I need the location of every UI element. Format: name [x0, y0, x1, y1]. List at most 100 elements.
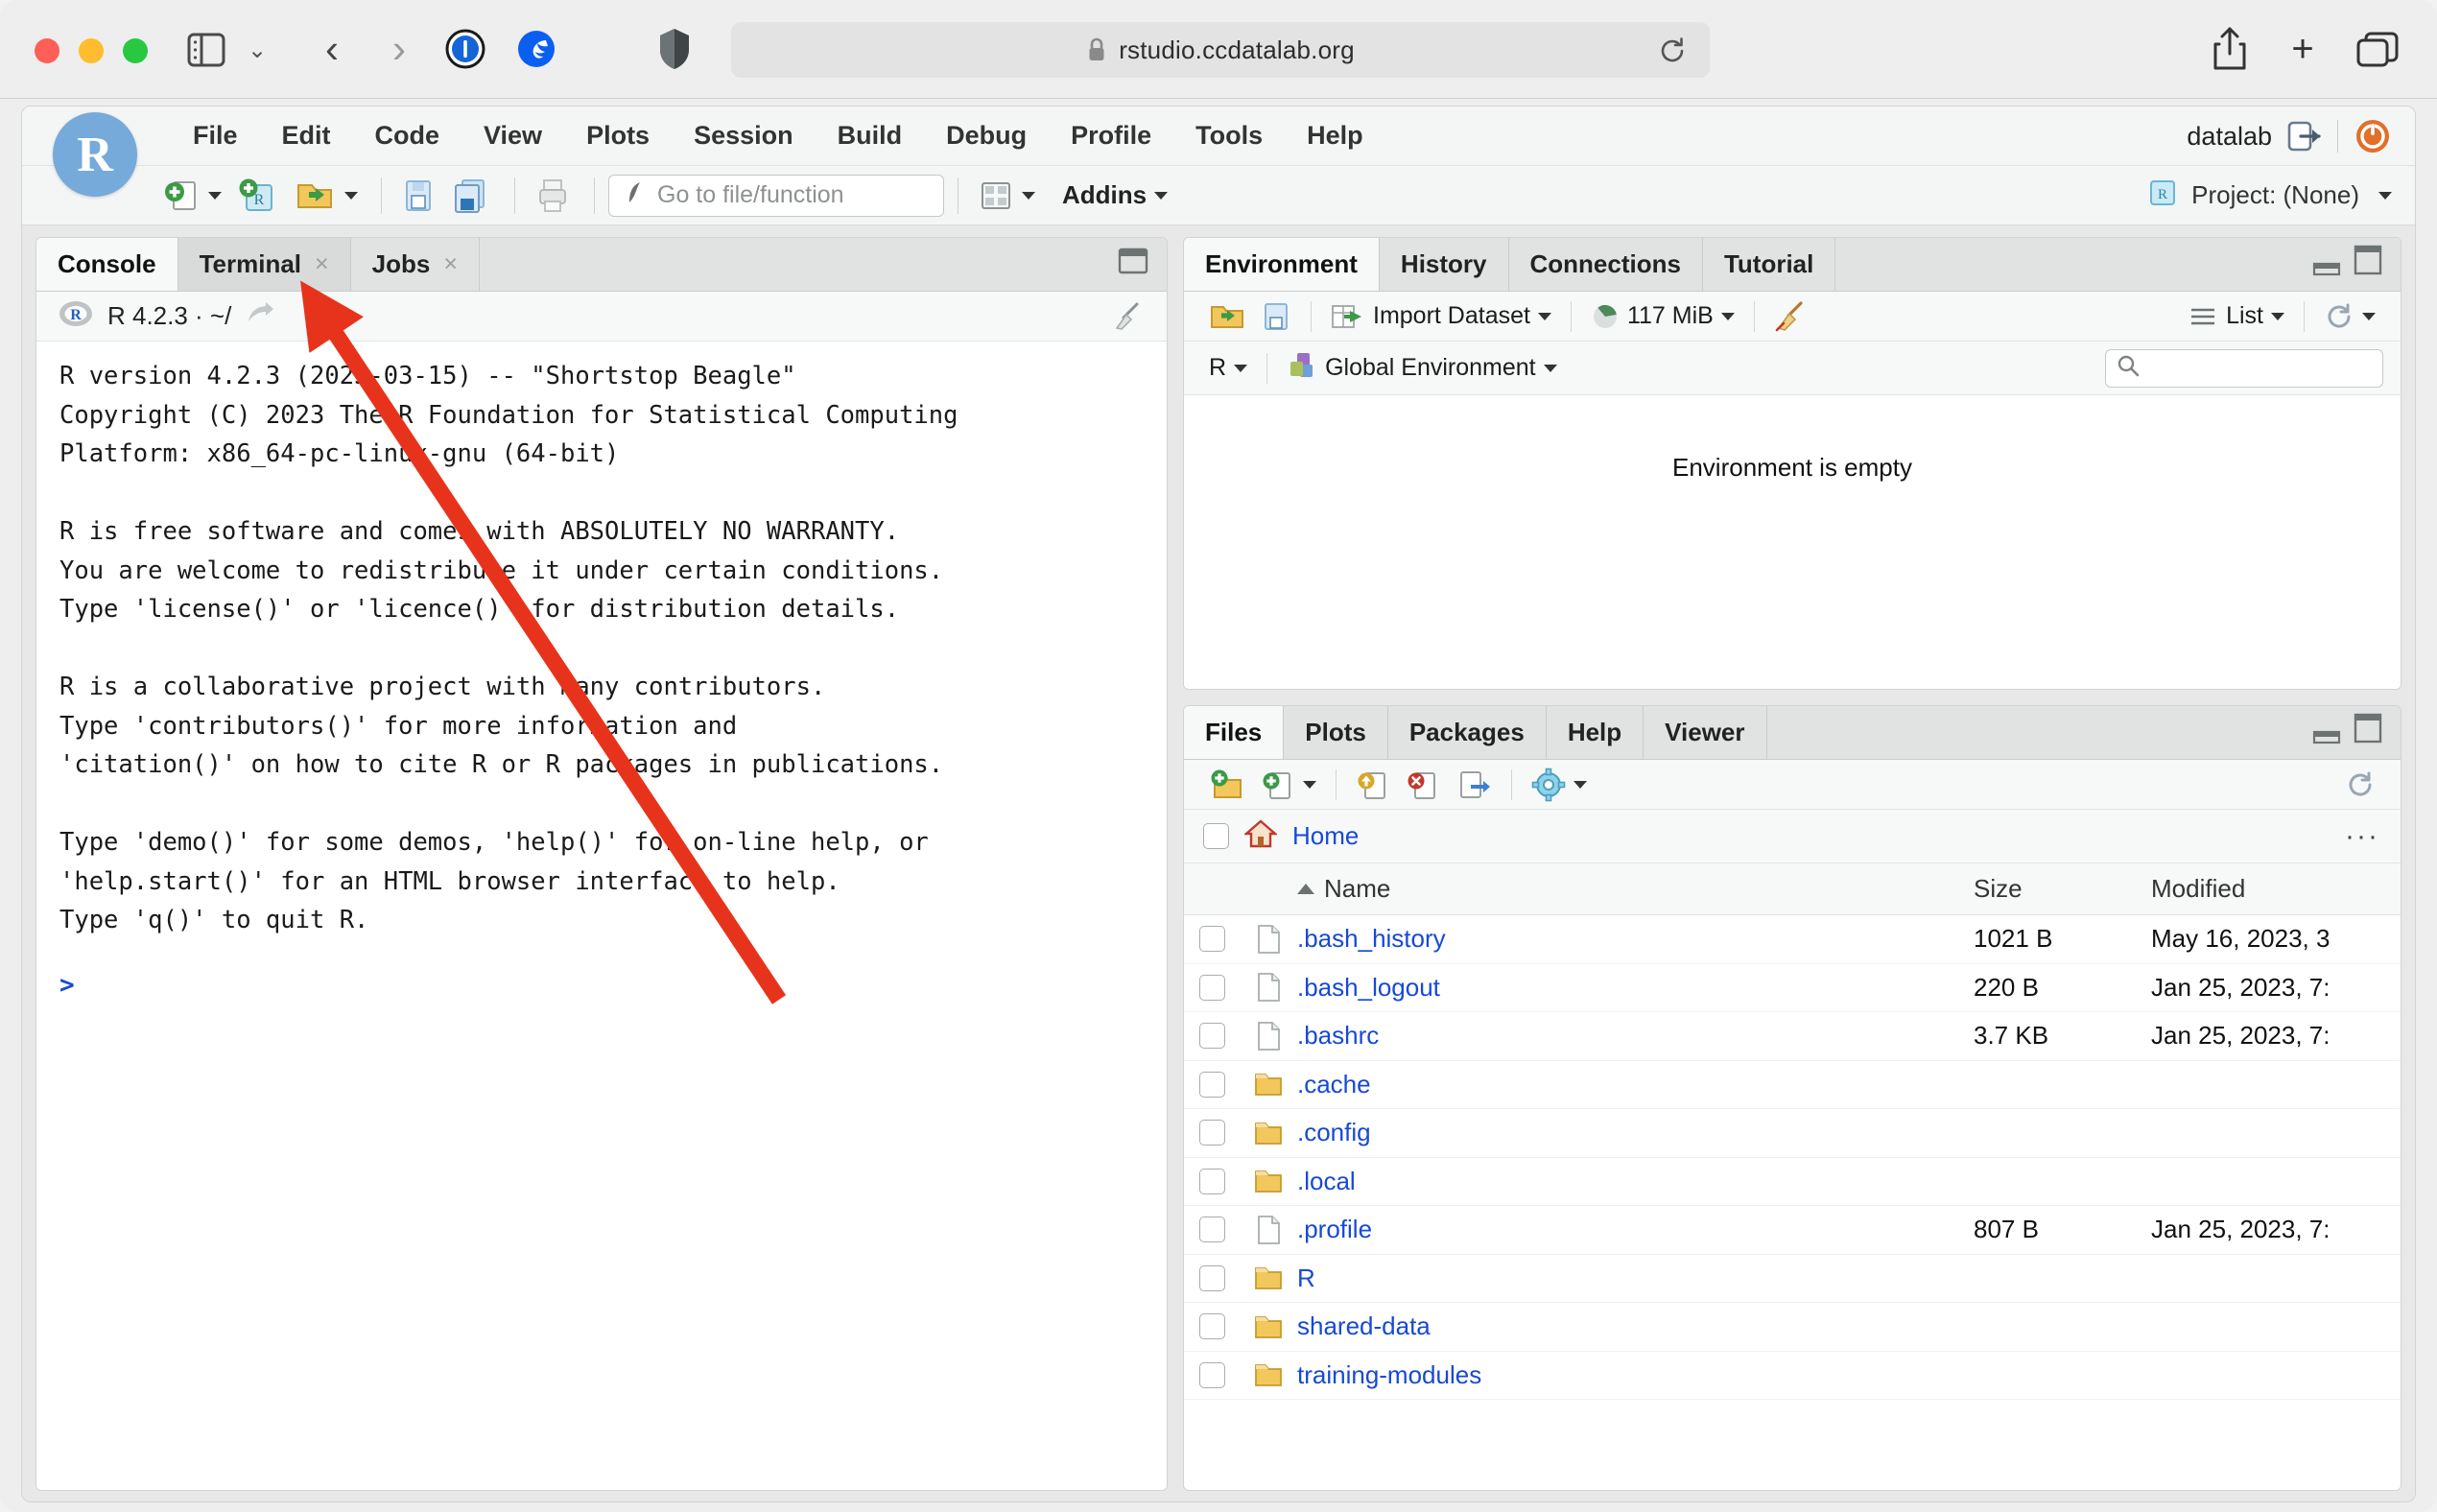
- more-gear-button[interactable]: [1524, 765, 1595, 805]
- sidebar-chevron-down-icon[interactable]: ⌄: [240, 31, 274, 69]
- maximize-pane-icon[interactable]: [2353, 244, 2383, 281]
- menu-item-file[interactable]: File: [176, 115, 255, 156]
- save-button[interactable]: [395, 173, 441, 219]
- tab-tutorial[interactable]: Tutorial: [1702, 238, 1836, 291]
- goto-file-function-input[interactable]: Go to file/function: [608, 174, 944, 217]
- menu-item-session[interactable]: Session: [676, 115, 811, 156]
- power-quit-icon[interactable]: [2354, 117, 2392, 155]
- privacy-shield-icon[interactable]: [654, 25, 695, 73]
- file-name-link[interactable]: .bash_history: [1297, 924, 1974, 954]
- tab-console[interactable]: Console: [36, 238, 178, 291]
- table-row[interactable]: .bash_history 1021 B May 16, 2023, 3: [1184, 915, 2401, 964]
- print-button[interactable]: [529, 173, 577, 219]
- forward-chevron-icon[interactable]: ›: [374, 24, 424, 74]
- tab-environment[interactable]: Environment: [1184, 238, 1380, 291]
- row-checkbox[interactable]: [1184, 1264, 1240, 1291]
- clear-objects-broom-icon[interactable]: [1766, 298, 1814, 335]
- reload-icon[interactable]: [1656, 35, 1689, 67]
- menu-item-build[interactable]: Build: [820, 115, 920, 156]
- minimize-pane-icon[interactable]: [2312, 253, 2341, 281]
- table-row[interactable]: .bash_logout 220 B Jan 25, 2023, 7:: [1184, 964, 2401, 1012]
- tab-overview-icon[interactable]: [2353, 27, 2402, 71]
- file-name-link[interactable]: .local: [1297, 1167, 1974, 1196]
- tab-history[interactable]: History: [1379, 238, 1509, 291]
- clear-console-broom-icon[interactable]: [1111, 301, 1144, 337]
- maximize-pane-icon[interactable]: [2353, 712, 2383, 749]
- file-name-link[interactable]: .bashrc: [1297, 1021, 1974, 1051]
- console-output-area[interactable]: R version 4.2.3 (2023-03-15) -- "Shortst…: [36, 342, 1167, 1490]
- close-icon[interactable]: ×: [443, 250, 458, 278]
- load-workspace-icon[interactable]: [1201, 297, 1253, 336]
- menu-item-plots[interactable]: Plots: [569, 115, 667, 156]
- import-dataset-button[interactable]: Import Dataset: [1323, 298, 1559, 335]
- file-name-link[interactable]: .profile: [1297, 1215, 1974, 1244]
- row-checkbox[interactable]: [1184, 1168, 1240, 1194]
- table-row[interactable]: shared-data: [1184, 1303, 2401, 1352]
- addins-button[interactable]: Addins: [1045, 177, 1173, 214]
- address-bar[interactable]: rstudio.ccdatalab.org: [731, 22, 1710, 78]
- file-name-link[interactable]: R: [1297, 1264, 1974, 1293]
- breadcrumb-home-label[interactable]: Home: [1292, 821, 1359, 851]
- sidebar-toggle-icon[interactable]: [182, 26, 230, 74]
- tab-connections[interactable]: Connections: [1508, 238, 1703, 291]
- file-name-link[interactable]: shared-data: [1297, 1311, 1974, 1341]
- share-icon[interactable]: [2207, 23, 2253, 75]
- menu-item-tools[interactable]: Tools: [1178, 115, 1280, 156]
- tab-files[interactable]: Files: [1184, 706, 1285, 759]
- minimize-window-button[interactable]: [79, 38, 104, 63]
- refresh-icon[interactable]: [2337, 767, 2383, 803]
- plus-icon[interactable]: +: [2280, 25, 2326, 73]
- file-name-link[interactable]: .cache: [1297, 1070, 1974, 1099]
- menu-item-edit[interactable]: Edit: [265, 115, 348, 156]
- menu-item-view[interactable]: View: [466, 115, 559, 156]
- new-project-button[interactable]: R: [231, 172, 285, 220]
- save-workspace-icon[interactable]: [1253, 297, 1299, 336]
- row-checkbox[interactable]: [1184, 1023, 1240, 1050]
- save-all-button[interactable]: [445, 173, 497, 219]
- popout-icon[interactable]: [1117, 246, 1149, 281]
- breadcrumb-more-icon[interactable]: ···: [2345, 820, 2379, 853]
- global-environment-selector[interactable]: Global Environment: [1279, 347, 1565, 389]
- new-file-button[interactable]: [156, 173, 227, 219]
- extension-blue-bird-icon[interactable]: [514, 27, 558, 71]
- close-window-button[interactable]: [35, 38, 59, 63]
- table-row[interactable]: .local: [1184, 1158, 2401, 1206]
- delete-button[interactable]: [1398, 765, 1448, 805]
- new-blank-file-button[interactable]: [1253, 765, 1324, 805]
- row-checkbox[interactable]: [1184, 926, 1240, 953]
- language-selector[interactable]: R: [1201, 351, 1255, 385]
- pane-layout-button[interactable]: [972, 174, 1041, 218]
- close-icon[interactable]: ×: [315, 250, 329, 278]
- environment-search-input[interactable]: [2105, 348, 2383, 388]
- file-name-link[interactable]: .config: [1297, 1118, 1974, 1147]
- sign-out-icon[interactable]: [2287, 120, 2322, 153]
- upload-button[interactable]: [1348, 765, 1398, 805]
- minimize-pane-icon[interactable]: [2312, 721, 2341, 749]
- column-header-name[interactable]: Name: [1297, 874, 1974, 904]
- table-row[interactable]: .cache: [1184, 1061, 2401, 1109]
- tab-terminal[interactable]: Terminal ×: [177, 238, 351, 291]
- open-file-button[interactable]: [289, 173, 364, 219]
- table-row[interactable]: R: [1184, 1255, 2401, 1303]
- menu-item-debug[interactable]: Debug: [929, 115, 1044, 156]
- refresh-icon[interactable]: [2316, 298, 2383, 335]
- console-publish-icon[interactable]: [245, 300, 275, 332]
- extension-1password-icon[interactable]: [443, 27, 487, 71]
- project-selector[interactable]: R Project: (None): [2145, 177, 2392, 214]
- list-view-button[interactable]: List: [2180, 299, 2292, 333]
- row-checkbox[interactable]: [1184, 974, 1240, 1001]
- maximize-window-button[interactable]: [123, 38, 148, 63]
- file-name-link[interactable]: .bash_logout: [1297, 973, 1974, 1003]
- row-checkbox[interactable]: [1184, 1071, 1240, 1098]
- row-checkbox[interactable]: [1184, 1217, 1240, 1243]
- table-row[interactable]: .profile 807 B Jan 25, 2023, 7:: [1184, 1206, 2401, 1255]
- table-row[interactable]: training-modules: [1184, 1352, 2401, 1400]
- tab-help[interactable]: Help: [1546, 706, 1644, 759]
- table-row[interactable]: .bashrc 3.7 KB Jan 25, 2023, 7:: [1184, 1012, 2401, 1061]
- tab-jobs[interactable]: Jobs ×: [350, 238, 480, 291]
- rename-button[interactable]: [1448, 765, 1500, 805]
- row-checkbox[interactable]: [1184, 1120, 1240, 1146]
- new-folder-button[interactable]: [1201, 765, 1253, 805]
- memory-usage-button[interactable]: 117 MiB: [1583, 298, 1742, 335]
- select-all-checkbox[interactable]: [1203, 823, 1229, 849]
